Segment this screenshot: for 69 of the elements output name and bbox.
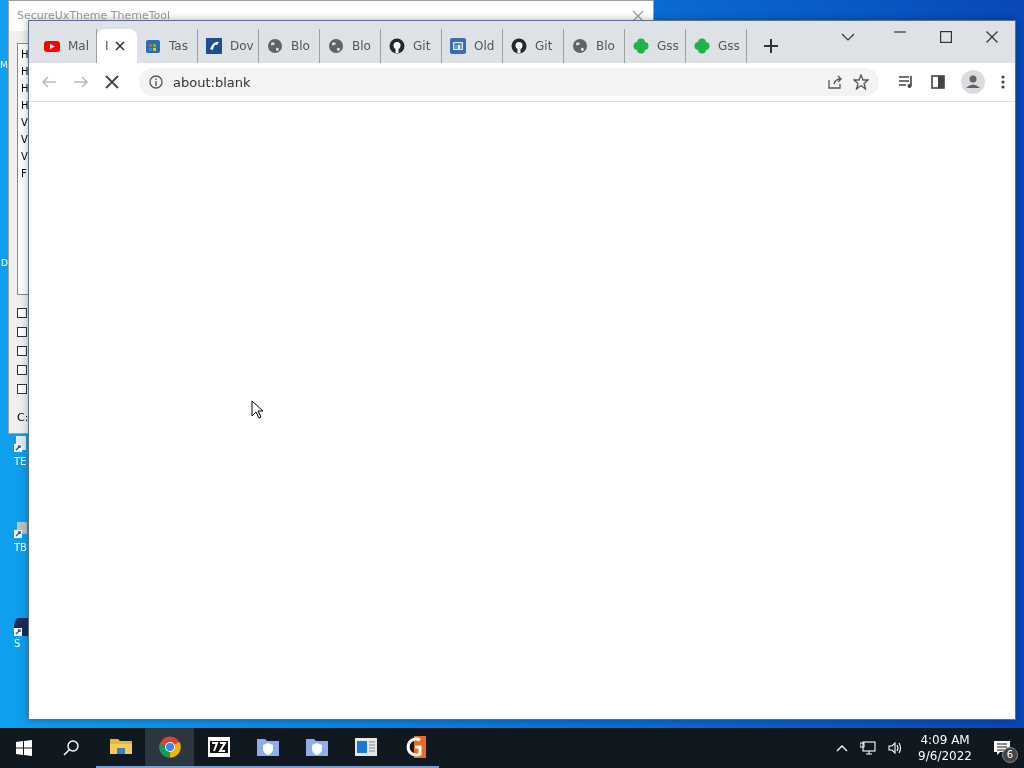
close-icon[interactable]: [986, 31, 998, 43]
letter-icon: [450, 38, 466, 54]
checkbox[interactable]: [17, 384, 27, 394]
address-bar[interactable]: about:blank: [139, 68, 879, 96]
shield-folder-icon: [256, 736, 279, 758]
clock-date: 9/6/2022: [918, 748, 972, 764]
checkbox[interactable]: [17, 327, 27, 337]
globe-icon: [267, 38, 283, 54]
star-icon[interactable]: [853, 74, 869, 90]
side-panel-icon[interactable]: [931, 75, 945, 89]
list-item[interactable]: V: [21, 148, 29, 165]
tab-title: Gss: [657, 39, 679, 53]
share-icon[interactable]: [827, 74, 843, 90]
clover-icon: [694, 38, 710, 54]
globe-icon: [328, 38, 344, 54]
globe-icon: [572, 38, 588, 54]
avatar-icon[interactable]: [961, 70, 985, 94]
list-item[interactable]: H: [21, 63, 29, 80]
clock-time: 4:09 AM: [920, 732, 970, 748]
stop-icon[interactable]: [105, 75, 119, 89]
desktop-text: D: [1, 258, 8, 268]
windows-logo-icon[interactable]: [16, 740, 32, 756]
shield-folder-icon: [305, 736, 328, 758]
tab-title: I: [105, 39, 109, 53]
status-text: C:: [17, 411, 29, 424]
media-queue-icon[interactable]: [899, 75, 915, 89]
store-icon: [145, 38, 161, 54]
network-icon[interactable]: [860, 741, 877, 755]
menu-icon[interactable]: [1001, 75, 1005, 89]
checkbox[interactable]: [17, 346, 27, 356]
taskbar-app[interactable]: [145, 728, 194, 768]
play-icon: [44, 38, 60, 54]
maximize-icon[interactable]: [940, 31, 952, 43]
close-icon[interactable]: [114, 41, 125, 51]
clock[interactable]: 4:09 AM 9/6/2022: [918, 732, 972, 764]
tab-title: Mal: [68, 39, 90, 53]
new-tab-icon[interactable]: [764, 39, 778, 53]
app-window-icon: [354, 736, 377, 758]
mouse-cursor-icon: [251, 400, 263, 419]
chevron-down-icon[interactable]: [841, 33, 855, 41]
checkbox[interactable]: [17, 308, 27, 318]
tab-title: Old: [474, 39, 495, 53]
desktop-text: M: [0, 60, 8, 70]
list-item[interactable]: V: [21, 114, 29, 131]
clover-icon: [633, 38, 649, 54]
search-icon[interactable]: [63, 740, 79, 756]
list-item[interactable]: V: [21, 131, 29, 148]
tab-title: Dov: [230, 39, 254, 53]
chevron-up-icon[interactable]: [836, 744, 849, 752]
list-item[interactable]: H: [21, 97, 29, 114]
tab-title: Blo: [596, 39, 615, 53]
info-icon: [149, 75, 163, 89]
archive-app-icon: [207, 736, 230, 758]
address-text: about:blank: [173, 74, 251, 90]
browser-tab[interactable]: I: [97, 29, 137, 63]
browser-icon: [158, 736, 181, 758]
list-item[interactable]: F: [21, 165, 29, 182]
list-item[interactable]: H: [21, 46, 29, 63]
notification-badge: 6: [1002, 747, 1018, 763]
tab-title: Git: [413, 39, 431, 53]
list-item[interactable]: H: [21, 80, 29, 97]
tab-title: Tas: [169, 39, 188, 53]
tab-title: Gss: [718, 39, 740, 53]
tab-title: Git: [535, 39, 553, 53]
checkbox[interactable]: [17, 365, 27, 375]
tab-title: Blo: [291, 39, 310, 53]
notification-button[interactable]: 6: [988, 734, 1016, 762]
tab-title: Blo: [352, 39, 371, 53]
app-icon: [206, 38, 222, 54]
